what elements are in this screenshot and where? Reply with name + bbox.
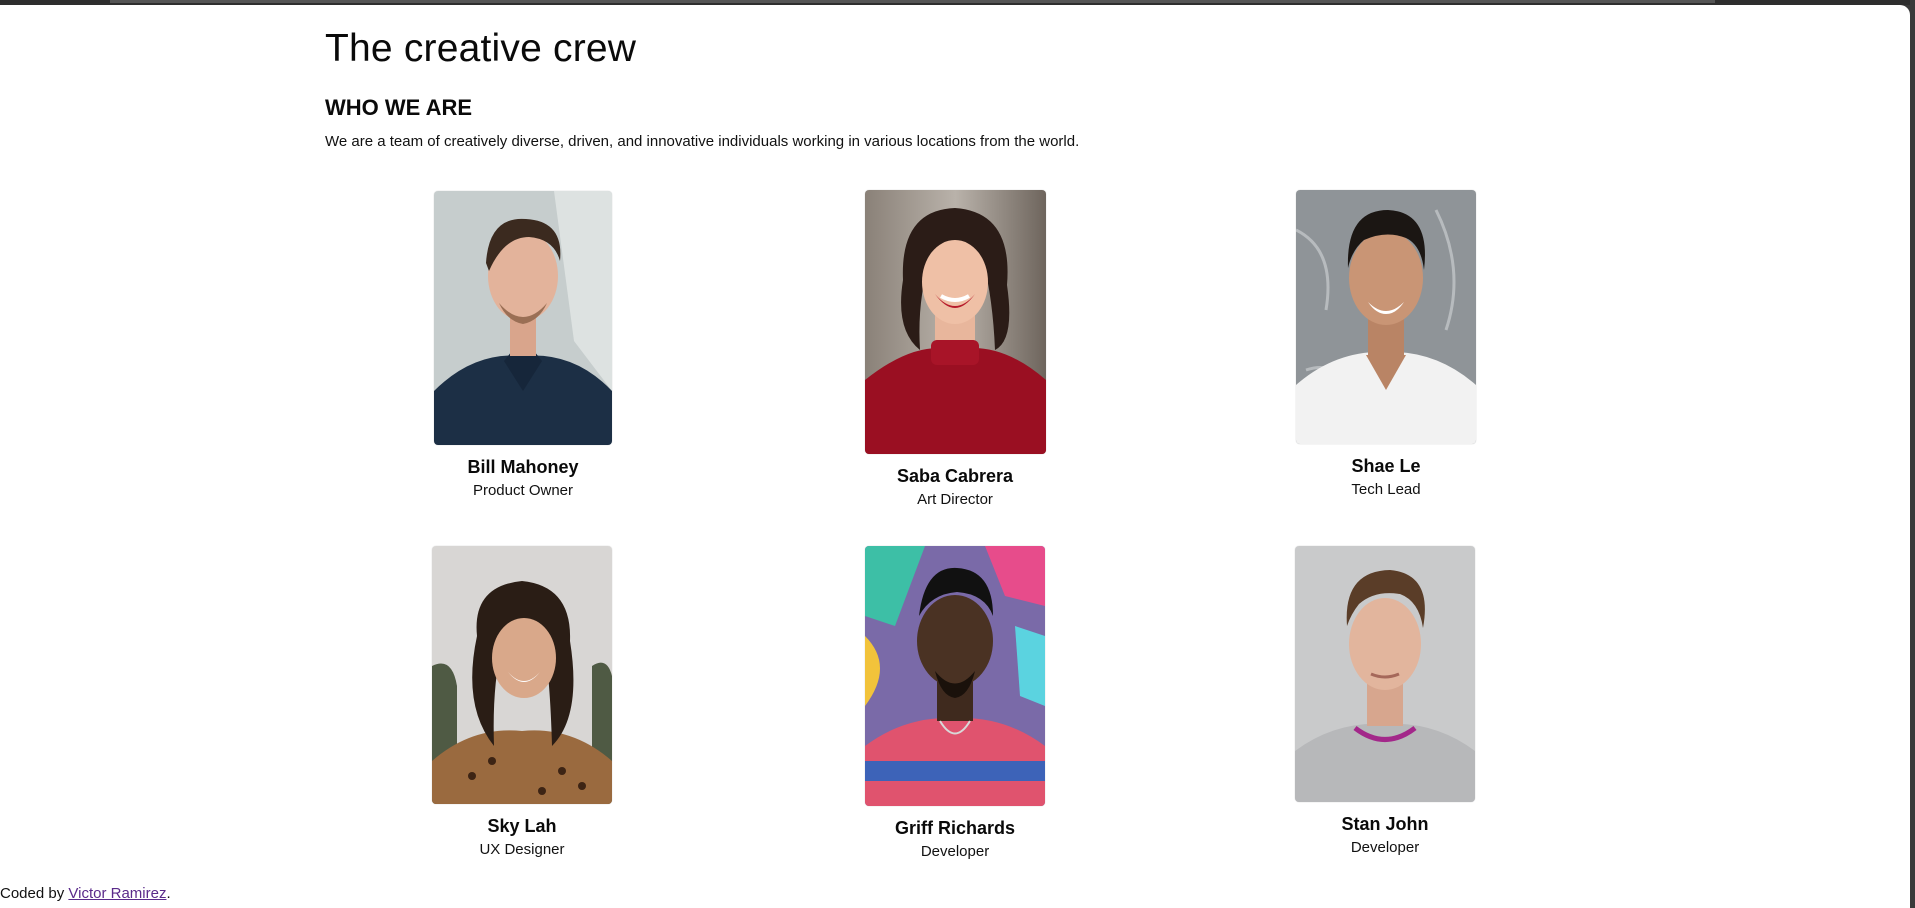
member-photo — [1296, 190, 1476, 444]
member-role: Developer — [920, 843, 990, 860]
member-role: Tech Lead — [1351, 481, 1421, 498]
member-role: Developer — [1350, 839, 1420, 856]
portrait-woman-red-sweater-icon — [864, 190, 1046, 454]
team-member-card: Sky Lah UX Designer — [372, 546, 672, 858]
author-link[interactable]: Victor Ramirez — [68, 885, 166, 902]
team-member-card: Shae Le Tech Lead — [1236, 190, 1536, 498]
section-heading: WHO WE ARE — [325, 95, 473, 120]
member-photo — [864, 190, 1046, 454]
portrait-man-graffiti-background-icon — [865, 546, 1045, 806]
portrait-woman-leopard-top-icon — [432, 546, 612, 804]
page-title: The creative crew — [325, 27, 637, 70]
member-photo — [865, 546, 1045, 806]
member-role: Art Director — [917, 491, 993, 508]
team-member-card: Stan John Developer — [1235, 546, 1535, 856]
team-member-card: Saba Cabrera Art Director — [805, 190, 1105, 508]
portrait-man-grey-sweater-icon — [1295, 546, 1475, 802]
browser-tab-edge — [110, 0, 1715, 3]
team-member-card: Bill Mahoney Product Owner — [373, 191, 673, 499]
member-name: Sky Lah — [487, 816, 557, 836]
window-edge — [1910, 0, 1915, 908]
member-photo — [1295, 546, 1475, 802]
footer-prefix: Coded by — [0, 885, 65, 902]
member-role: Product Owner — [472, 482, 574, 499]
member-name: Bill Mahoney — [467, 457, 579, 477]
footer-credit: Coded by Victor Ramirez. — [0, 885, 171, 902]
member-name: Griff Richards — [894, 818, 1016, 838]
member-name: Shae Le — [1351, 456, 1421, 476]
team-member-card: Griff Richards Developer — [805, 546, 1105, 860]
intro-text: We are a team of creatively diverse, dri… — [325, 133, 1080, 150]
page-viewport: The creative crew WHO WE ARE We are a te… — [0, 5, 1910, 908]
footer-suffix: . — [166, 885, 171, 902]
portrait-man-navy-polo-icon — [434, 191, 612, 445]
member-photo — [432, 546, 612, 804]
portrait-man-white-tee-icon — [1296, 190, 1476, 444]
member-name: Stan John — [1341, 814, 1429, 834]
member-role: UX Designer — [479, 841, 565, 858]
member-name: Saba Cabrera — [896, 466, 1014, 486]
member-photo — [434, 191, 612, 445]
